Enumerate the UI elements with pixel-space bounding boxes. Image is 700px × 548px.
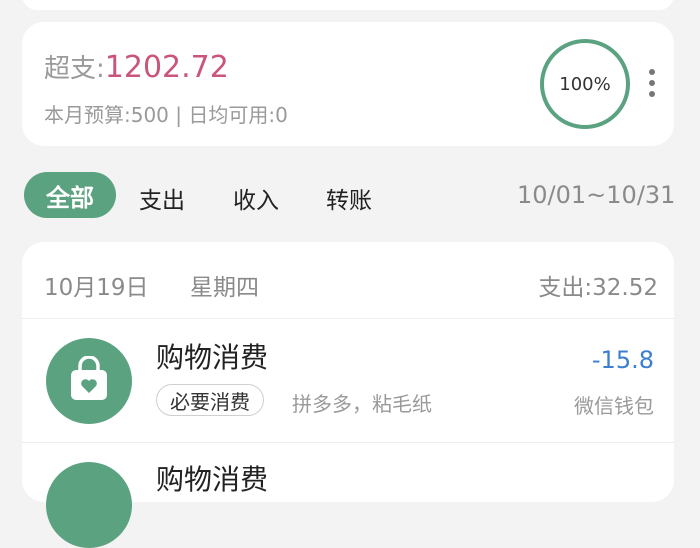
tab-all-label: 全部 [46, 183, 94, 212]
overspend-label: 超支: [44, 54, 105, 84]
day-date: 10月19日 [44, 275, 149, 301]
day-weekday: 星期四 [190, 275, 259, 301]
transaction-note: 拼多多，粘毛纸 [292, 392, 432, 416]
budget-card[interactable]: 超支:1202.72 本月预算:500 | 日均可用:0 100% [22, 22, 674, 146]
divider [22, 442, 674, 443]
transaction-tag: 必要消费 [156, 384, 264, 416]
transaction-category[interactable]: 购物消费 [156, 336, 268, 376]
shopping-bag-heart-icon[interactable] [46, 338, 132, 424]
transaction-account: 微信钱包 [574, 394, 654, 418]
overspend-summary: 超支:1202.72 [44, 48, 229, 85]
transaction-list-card: 10月19日 星期四 支出:32.52 购物消费 必要消费 拼多多，粘毛纸 -1… [22, 242, 674, 548]
budget-progress-text: 100% [559, 73, 611, 95]
divider [22, 318, 674, 319]
day-expense-total: 支出:32.52 [538, 275, 658, 301]
date-range-selector[interactable]: 10/01~10/31 [517, 181, 675, 209]
shopping-bag-heart-icon[interactable] [46, 462, 132, 548]
transaction-amount: -15.8 [591, 346, 654, 374]
more-options-icon[interactable] [649, 69, 657, 102]
tab-income[interactable]: 收入 [233, 181, 279, 215]
previous-card [22, 0, 674, 10]
tab-all[interactable]: 全部 [24, 172, 116, 218]
transaction-category[interactable]: 购物消费 [156, 458, 268, 498]
budget-progress-ring: 100% [540, 39, 630, 129]
overspend-amount: 1202.72 [104, 50, 229, 85]
tab-transfer[interactable]: 转账 [326, 181, 372, 215]
budget-summary: 本月预算:500 | 日均可用:0 [44, 103, 288, 127]
tab-expense[interactable]: 支出 [139, 181, 185, 215]
